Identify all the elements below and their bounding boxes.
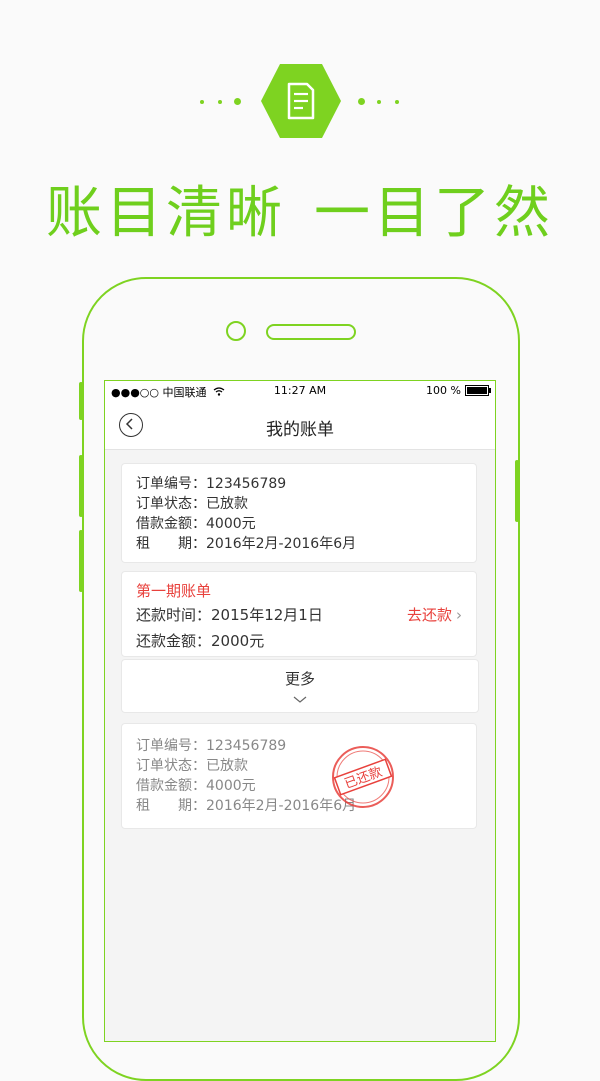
decor-dot bbox=[395, 100, 399, 104]
decor-dot bbox=[234, 98, 241, 105]
repay-amount-label: 还款金额： bbox=[136, 632, 212, 650]
phone-camera bbox=[226, 321, 246, 341]
phone-side-button bbox=[79, 382, 83, 420]
order-no: 123456789 bbox=[206, 476, 287, 492]
repay-button-label: 去还款 bbox=[406, 606, 452, 624]
battery-percent: 100 % bbox=[426, 384, 461, 397]
document-icon bbox=[261, 64, 341, 138]
status-bar: ●●●○○ 中国联通 11:27 AM 100 % bbox=[105, 381, 495, 401]
decor-dot bbox=[218, 100, 222, 104]
decor-dot bbox=[358, 98, 365, 105]
order-status-label: 订单状态： bbox=[136, 496, 206, 512]
battery-icon bbox=[465, 385, 491, 396]
order-card[interactable]: 订单编号：123456789 订单状态：已放款 借款金额：4000元 租 期：2… bbox=[121, 463, 477, 563]
decor-dot bbox=[377, 100, 381, 104]
period-label: 租 期： bbox=[136, 798, 206, 814]
bill-title: 第一期账单 bbox=[136, 582, 212, 600]
order-status: 已放款 bbox=[206, 496, 248, 512]
repay-time: 2015年12月1日 bbox=[211, 606, 323, 624]
period-label: 租 期： bbox=[136, 536, 206, 552]
phone-side-button bbox=[79, 455, 83, 517]
headline-part1: 账目清晰 bbox=[46, 181, 286, 246]
order-no-label: 订单编号： bbox=[136, 738, 206, 754]
order-no: 123456789 bbox=[206, 738, 287, 754]
phone-side-button bbox=[515, 460, 519, 522]
paid-order-card[interactable]: 订单编号：123456789 订单状态：已放款 借款金额：4000元 租 期：2… bbox=[121, 723, 477, 829]
decor-dot bbox=[200, 100, 204, 104]
order-status: 已放款 bbox=[206, 758, 248, 774]
more-label: 更多 bbox=[284, 670, 315, 688]
headline: 账目清晰 一目了然 bbox=[0, 168, 600, 249]
order-status-label: 订单状态： bbox=[136, 758, 206, 774]
repay-button[interactable]: 去还款 › bbox=[407, 602, 462, 628]
battery-status: 100 % bbox=[426, 384, 491, 397]
loan-amount-label: 借款金额： bbox=[136, 778, 206, 794]
chevron-right-icon: › bbox=[456, 606, 462, 624]
order-no-label: 订单编号： bbox=[136, 476, 206, 492]
nav-bar: 我的账单 bbox=[105, 401, 495, 450]
chevron-down-icon bbox=[293, 696, 307, 703]
page-title: 我的账单 bbox=[266, 420, 334, 440]
headline-part2: 一目了然 bbox=[314, 181, 554, 246]
phone-side-button bbox=[79, 530, 83, 592]
bill-card: 第一期账单 还款时间：2015年12月1日 去还款 › 还款金额：2000元 bbox=[121, 571, 477, 657]
phone-speaker bbox=[266, 324, 356, 340]
period: 2016年2月-2016年6月 bbox=[206, 536, 357, 552]
phone-screen: ●●●○○ 中国联通 11:27 AM 100 % 我的账单 订单编号：1234… bbox=[104, 380, 496, 1042]
loan-amount-label: 借款金额： bbox=[136, 516, 206, 532]
more-button[interactable]: 更多 bbox=[121, 659, 479, 713]
repay-time-label: 还款时间： bbox=[136, 606, 212, 624]
loan-amount: 4000元 bbox=[206, 516, 256, 532]
repay-amount: 2000元 bbox=[211, 632, 265, 650]
paid-stamp: 已还款 bbox=[332, 746, 394, 808]
loan-amount: 4000元 bbox=[206, 778, 256, 794]
hero-icon-row bbox=[0, 62, 600, 142]
